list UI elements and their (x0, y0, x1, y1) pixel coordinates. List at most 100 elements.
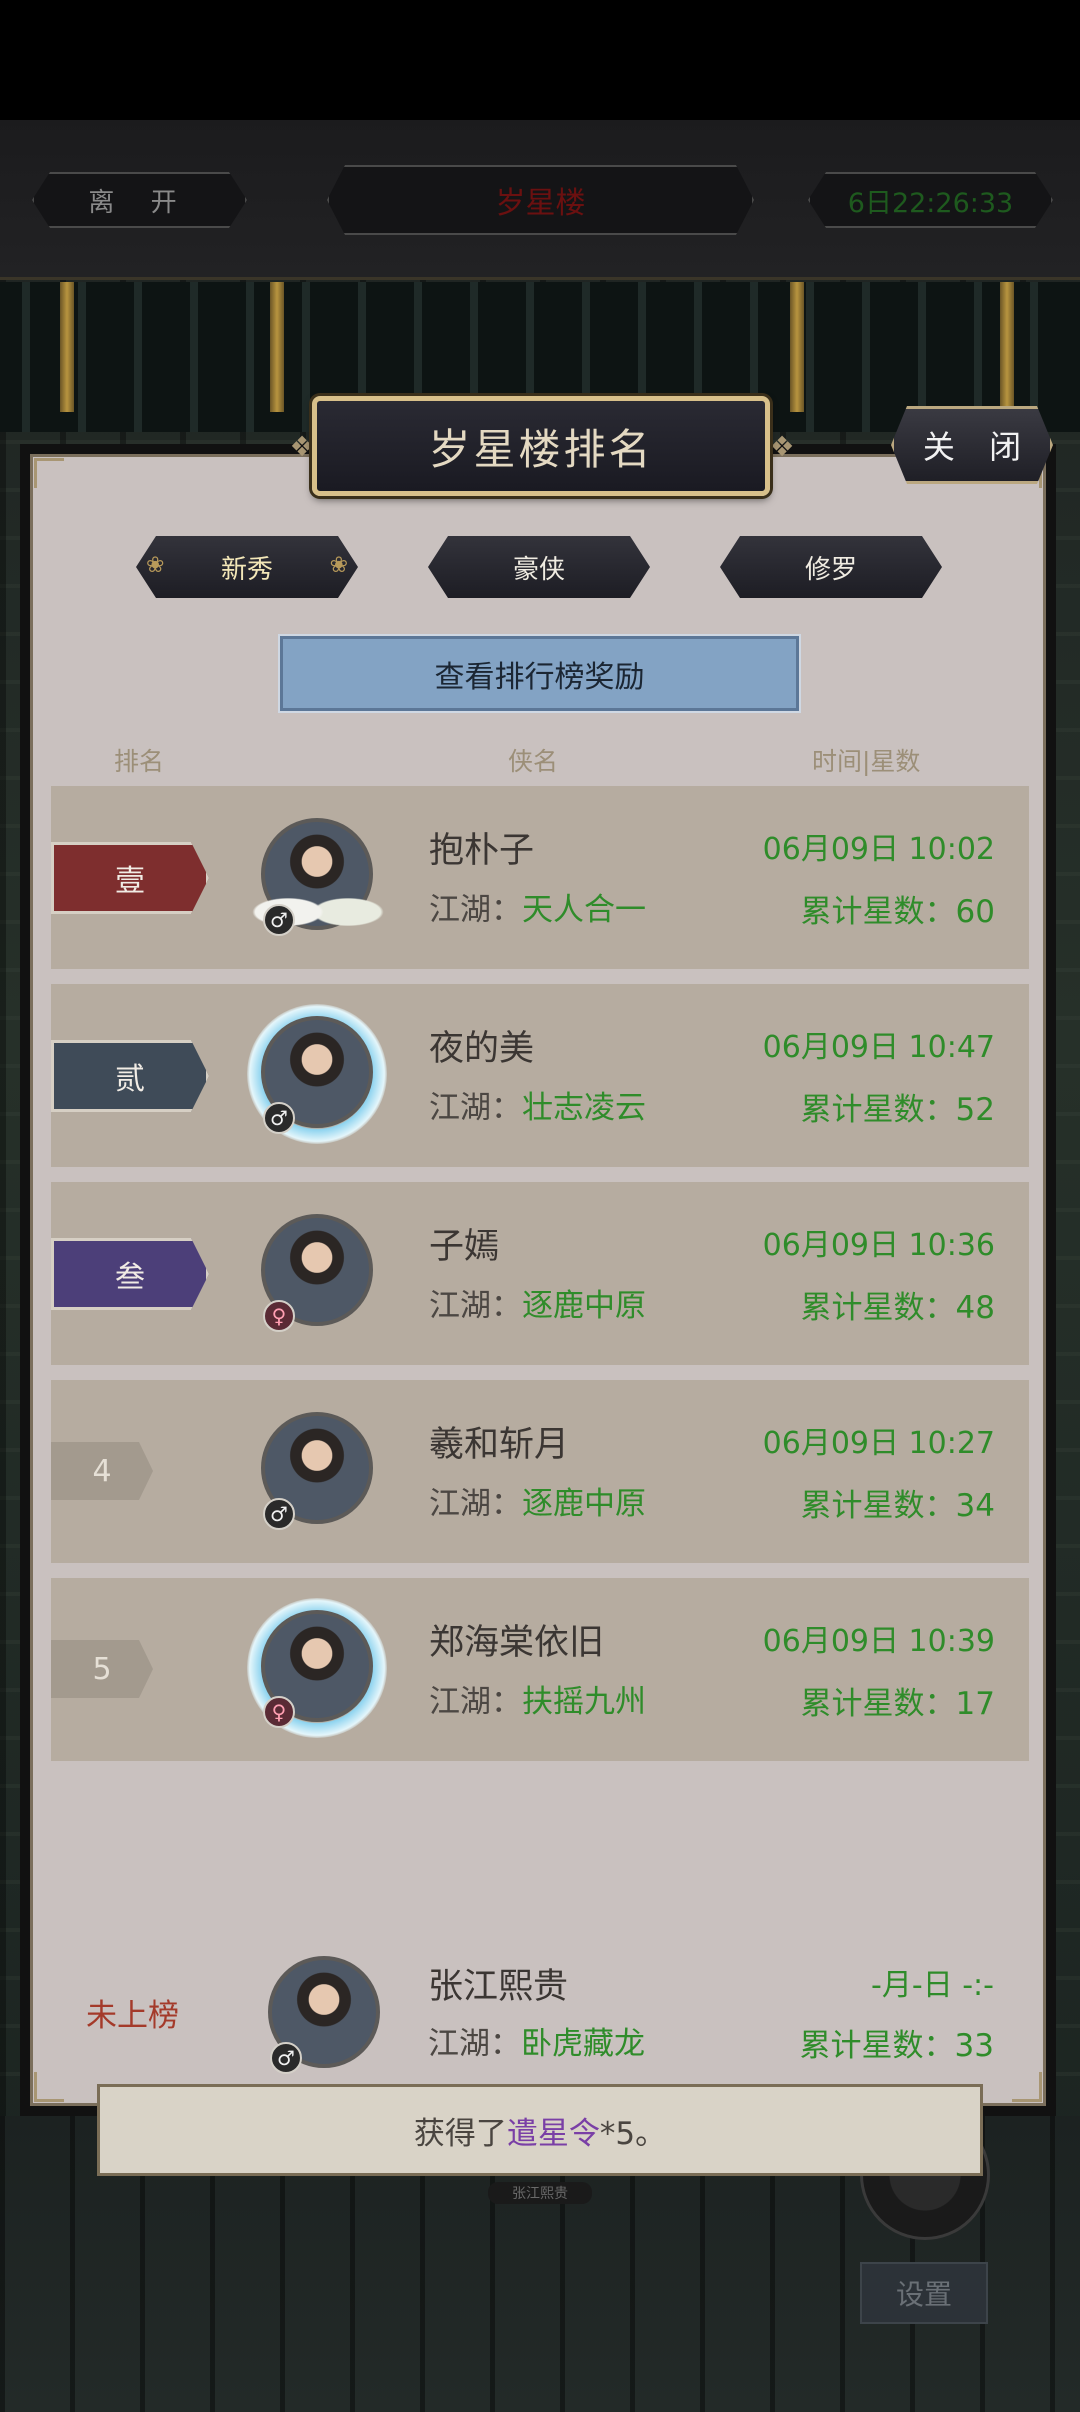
rank-badge: 4 (51, 1442, 153, 1500)
top-bar: 离 开 岁星楼 6日22:26:33 (0, 120, 1080, 280)
record-time: 06月09日 10:02 (762, 832, 995, 867)
female-icon: ♀ (263, 1696, 295, 1728)
male-icon: ♂ (270, 2042, 302, 2074)
male-icon: ♂ (263, 1102, 295, 1134)
self-avatar[interactable]: ♂ (254, 1948, 394, 2088)
player-name: 子嫣 (429, 1227, 500, 1267)
stars-label: 累计星数： (800, 1092, 956, 1128)
star-count: 累计星数：60 (801, 886, 995, 931)
self-player-name: 张江熙贵 (428, 1967, 569, 2007)
jianghu-label: 江湖： (429, 1684, 522, 1720)
column-header-name: 侠名 (508, 747, 559, 776)
jianghu-value: 逐鹿中原 (522, 1486, 646, 1522)
toast-item-name: 遣星令 (506, 2115, 600, 2152)
rank-badge: 5 (51, 1640, 153, 1698)
ranking-row[interactable]: 叁 ♀ 子嫣 江湖：逐鹿中原 06月09日 10:36 累计星数：48 (51, 1182, 1029, 1365)
ranking-row[interactable]: 5 ♀ 郑海棠依旧 江湖：扶摇九州 06月09日 10:39 累计星数：17 (51, 1578, 1029, 1761)
pillar-decoration (1000, 282, 1014, 412)
record-time: 06月09日 10:39 (762, 1624, 995, 1659)
stars-label: 累计星数： (799, 2028, 955, 2064)
stars-value: 34 (955, 1488, 995, 1524)
tab-ornament-icon: ❀ (146, 553, 165, 578)
pillar-decoration (270, 282, 284, 412)
column-header-rank: 排名 (114, 747, 165, 776)
ranking-row[interactable]: 壹 ♂ 抱朴子 江湖：天人合一 06月09日 10:02 累计星数：60 (51, 786, 1029, 969)
avatar[interactable]: ♂ (243, 810, 393, 950)
self-rank-status: 未上榜 (86, 1998, 179, 2034)
rank-badge: 贰 (51, 1040, 209, 1112)
jianghu-info: 江湖：天人合一 (429, 884, 646, 929)
player-name-tag: 张江熙贵 (488, 2182, 592, 2204)
female-icon: ♀ (263, 1300, 295, 1332)
stars-label: 累计星数： (800, 894, 956, 930)
avatar[interactable]: ♀ (247, 1206, 387, 1346)
stars-label: 累计星数： (800, 1686, 956, 1722)
panel-title: 岁星楼排名 (312, 396, 770, 496)
stars-value: 48 (955, 1290, 995, 1326)
corner-ornament (34, 2072, 64, 2102)
tab-label: 修罗 (804, 554, 857, 585)
jianghu-value: 天人合一 (522, 892, 646, 928)
player-name: 羲和斩月 (429, 1425, 570, 1465)
stars-value: 60 (955, 894, 995, 930)
star-count: 累计星数：52 (801, 1084, 995, 1129)
stars-value: 52 (955, 1092, 995, 1128)
corner-ornament (1012, 2072, 1042, 2102)
jianghu-info: 江湖：壮志凌云 (429, 1082, 646, 1127)
self-star-count: 累计星数：33 (800, 2020, 994, 2065)
jianghu-label: 江湖： (429, 1090, 522, 1126)
jianghu-label: 江湖： (428, 2026, 521, 2062)
tab-label: 新秀 (220, 554, 273, 585)
jianghu-label: 江湖： (429, 1288, 522, 1324)
player-name: 夜的美 (429, 1029, 535, 1069)
stars-label: 累计星数： (800, 1488, 956, 1524)
tab-xiuluo[interactable]: 修罗 (720, 536, 942, 598)
avatar[interactable]: ♂ (247, 1004, 387, 1148)
male-icon: ♂ (263, 1498, 295, 1530)
jianghu-value: 逐鹿中原 (522, 1288, 646, 1324)
jianghu-info: 江湖：逐鹿中原 (429, 1280, 646, 1325)
stars-label: 累计星数： (800, 1290, 956, 1326)
view-rewards-button[interactable]: 查看排行榜奖励 (278, 634, 801, 713)
male-icon: ♂ (263, 904, 295, 936)
star-count: 累计星数：34 (801, 1480, 995, 1525)
record-time: 06月09日 10:47 (762, 1030, 995, 1065)
star-count: 累计星数：48 (801, 1282, 995, 1327)
ranking-row[interactable]: 4 ♂ 羲和斩月 江湖：逐鹿中原 06月09日 10:27 累计星数：34 (51, 1380, 1029, 1563)
close-button[interactable]: 关 闭 (891, 406, 1053, 484)
record-time: 06月09日 10:36 (762, 1228, 995, 1263)
settings-button[interactable]: 设置 (860, 2262, 988, 2324)
toast-suffix: *5。 (599, 2115, 667, 2152)
rank-badge: 壹 (51, 842, 209, 914)
tab-label: 豪侠 (512, 554, 565, 585)
player-name: 抱朴子 (429, 831, 535, 871)
jianghu-value: 卧虎藏龙 (521, 2026, 645, 2062)
column-header-time-stars: 时间|星数 (812, 747, 921, 776)
jianghu-label: 江湖： (429, 1486, 522, 1522)
stars-value: 17 (955, 1686, 995, 1722)
tab-ornament-icon: ❀ (329, 553, 348, 578)
reward-toast: 获得了 遣星令 *5。 (97, 2084, 983, 2176)
corner-ornament (34, 458, 64, 488)
star-count: 累计星数：17 (801, 1678, 995, 1723)
toast-prefix: 获得了 (413, 2115, 507, 2152)
jianghu-value: 壮志凌云 (522, 1090, 646, 1126)
game-time: 6日22:26:33 (808, 172, 1053, 228)
pillar-decoration (60, 282, 74, 412)
record-time: 06月09日 10:27 (762, 1426, 995, 1461)
jianghu-info: 江湖：扶摇九州 (429, 1676, 646, 1721)
tab-haoxia[interactable]: 豪侠 (428, 536, 650, 598)
jianghu-label: 江湖： (429, 892, 522, 928)
leave-button[interactable]: 离 开 (32, 172, 247, 228)
avatar[interactable]: ♂ (247, 1404, 387, 1544)
location-title: 岁星楼 (327, 165, 754, 235)
jianghu-value: 扶摇九州 (522, 1684, 646, 1720)
ranking-row[interactable]: 贰 ♂ 夜的美 江湖：壮志凌云 06月09日 10:47 累计星数：52 (51, 984, 1029, 1167)
self-record-time: -月-日 -:- (871, 1968, 994, 2003)
player-name: 郑海棠依旧 (429, 1623, 605, 1663)
self-jianghu-info: 江湖：卧虎藏龙 (428, 2018, 645, 2063)
jianghu-info: 江湖：逐鹿中原 (429, 1478, 646, 1523)
avatar[interactable]: ♀ (247, 1598, 387, 1742)
tab-xinxiu[interactable]: ❀ 新秀 ❀ (136, 536, 358, 598)
pillar-decoration (790, 282, 804, 412)
